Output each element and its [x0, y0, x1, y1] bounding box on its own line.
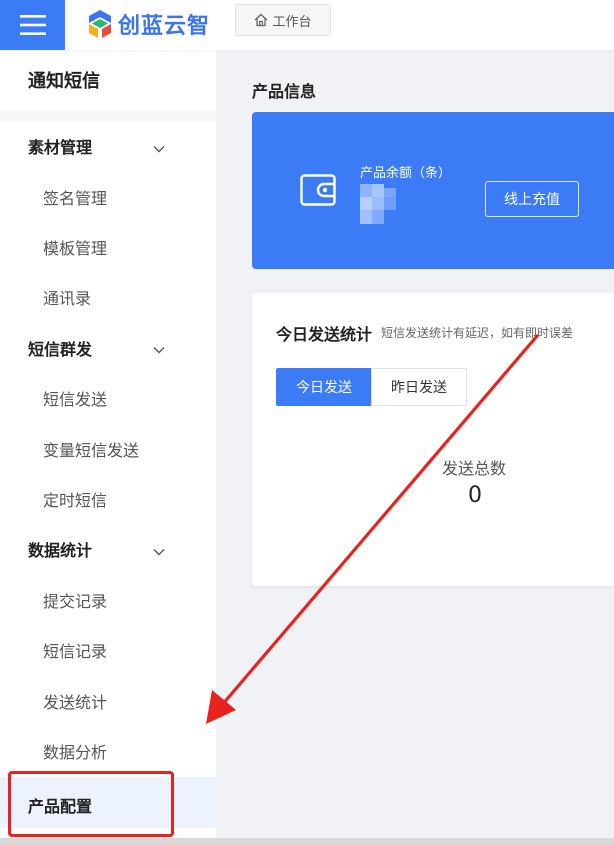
sidebar-menu: 素材管理 签名管理 模板管理 通讯录 短信群发 短信发送 变量短信发送 定时短信… [0, 122, 216, 845]
stats-title: 今日发送统计 [276, 325, 373, 344]
workbench-button[interactable]: 工作台 [235, 4, 331, 36]
home-icon [255, 13, 268, 27]
menu-icon [19, 15, 46, 35]
top-header: 创蓝云智 工作台 [0, 0, 614, 50]
sidebar-title: 通知短信 [0, 50, 216, 110]
logo-icon [89, 10, 111, 38]
tab-yesterday-send[interactable]: 昨日发送 [371, 368, 467, 406]
sidebar-item-contacts[interactable]: 通讯录 [43, 285, 91, 313]
tab-today-send[interactable]: 今日发送 [276, 368, 372, 406]
group-label: 短信群发 [28, 340, 93, 359]
sidebar-item-send-stats[interactable]: 发送统计 [43, 689, 107, 717]
product-info-title: 产品信息 [252, 82, 317, 101]
sidebar-item-sms-records[interactable]: 短信记录 [43, 638, 107, 666]
highlight-box [8, 771, 174, 837]
total-sent-label: 发送总数 [442, 459, 507, 478]
sidebar-item-scheduled-sms[interactable]: 定时短信 [43, 487, 107, 515]
brand-logo[interactable]: 创蓝云智 [86, 6, 210, 42]
menu-toggle-button[interactable] [0, 0, 65, 50]
brand-name: 创蓝云智 [118, 14, 211, 39]
balance-value-blurred [360, 184, 396, 224]
group-label: 素材管理 [28, 138, 93, 157]
sidebar-item-sms-send[interactable]: 短信发送 [43, 386, 107, 414]
balance-card: 产品余额（条） 线上充值 [252, 112, 614, 269]
total-sent-value: 0 [468, 483, 482, 508]
horizontal-scrollbar[interactable] [0, 838, 614, 845]
wallet-icon [300, 174, 336, 206]
today-stats-card: 今日发送统计 短信发送统计有延迟，如有即时误差 今日发送 昨日发送 发送总数 0 [252, 293, 614, 586]
chevron-down-icon[interactable] [152, 142, 166, 156]
sidebar-item-data-analysis[interactable]: 数据分析 [43, 739, 107, 767]
sidebar-item-variable-sms[interactable]: 变量短信发送 [43, 437, 139, 465]
sidebar-item-template[interactable]: 模板管理 [43, 235, 107, 263]
group-label: 数据统计 [28, 541, 93, 560]
sidebar-item-signature[interactable]: 签名管理 [43, 185, 107, 213]
stats-note: 短信发送统计有延迟，如有即时误差 [381, 326, 574, 340]
workbench-label: 工作台 [272, 14, 312, 30]
sidebar: 通知短信 素材管理 签名管理 模板管理 通讯录 短信群发 短信发送 变量短信发送… [0, 50, 216, 845]
chevron-down-icon[interactable] [152, 343, 166, 357]
chevron-down-icon[interactable] [152, 545, 166, 559]
online-recharge-button[interactable]: 线上充值 [485, 181, 579, 217]
sidebar-item-submit-records[interactable]: 提交记录 [43, 588, 107, 616]
balance-label: 产品余额（条） [360, 166, 452, 181]
